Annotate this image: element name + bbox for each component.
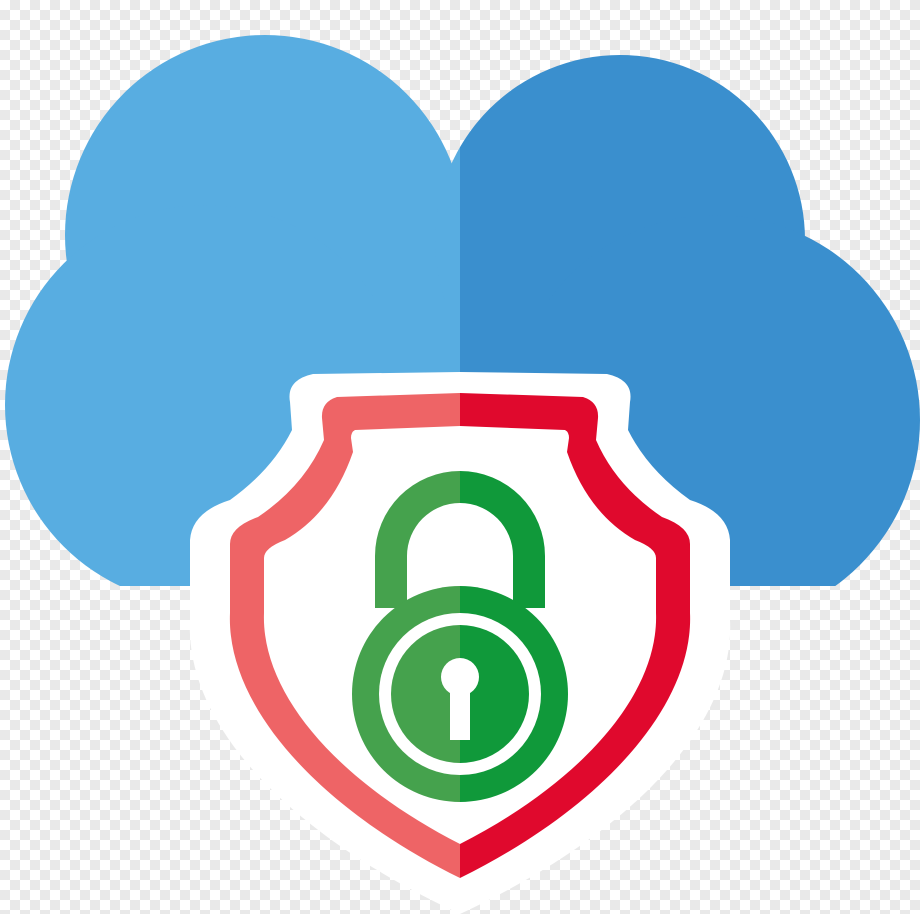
transparent-background <box>0 0 920 914</box>
cloud-security-illustration <box>5 35 920 914</box>
